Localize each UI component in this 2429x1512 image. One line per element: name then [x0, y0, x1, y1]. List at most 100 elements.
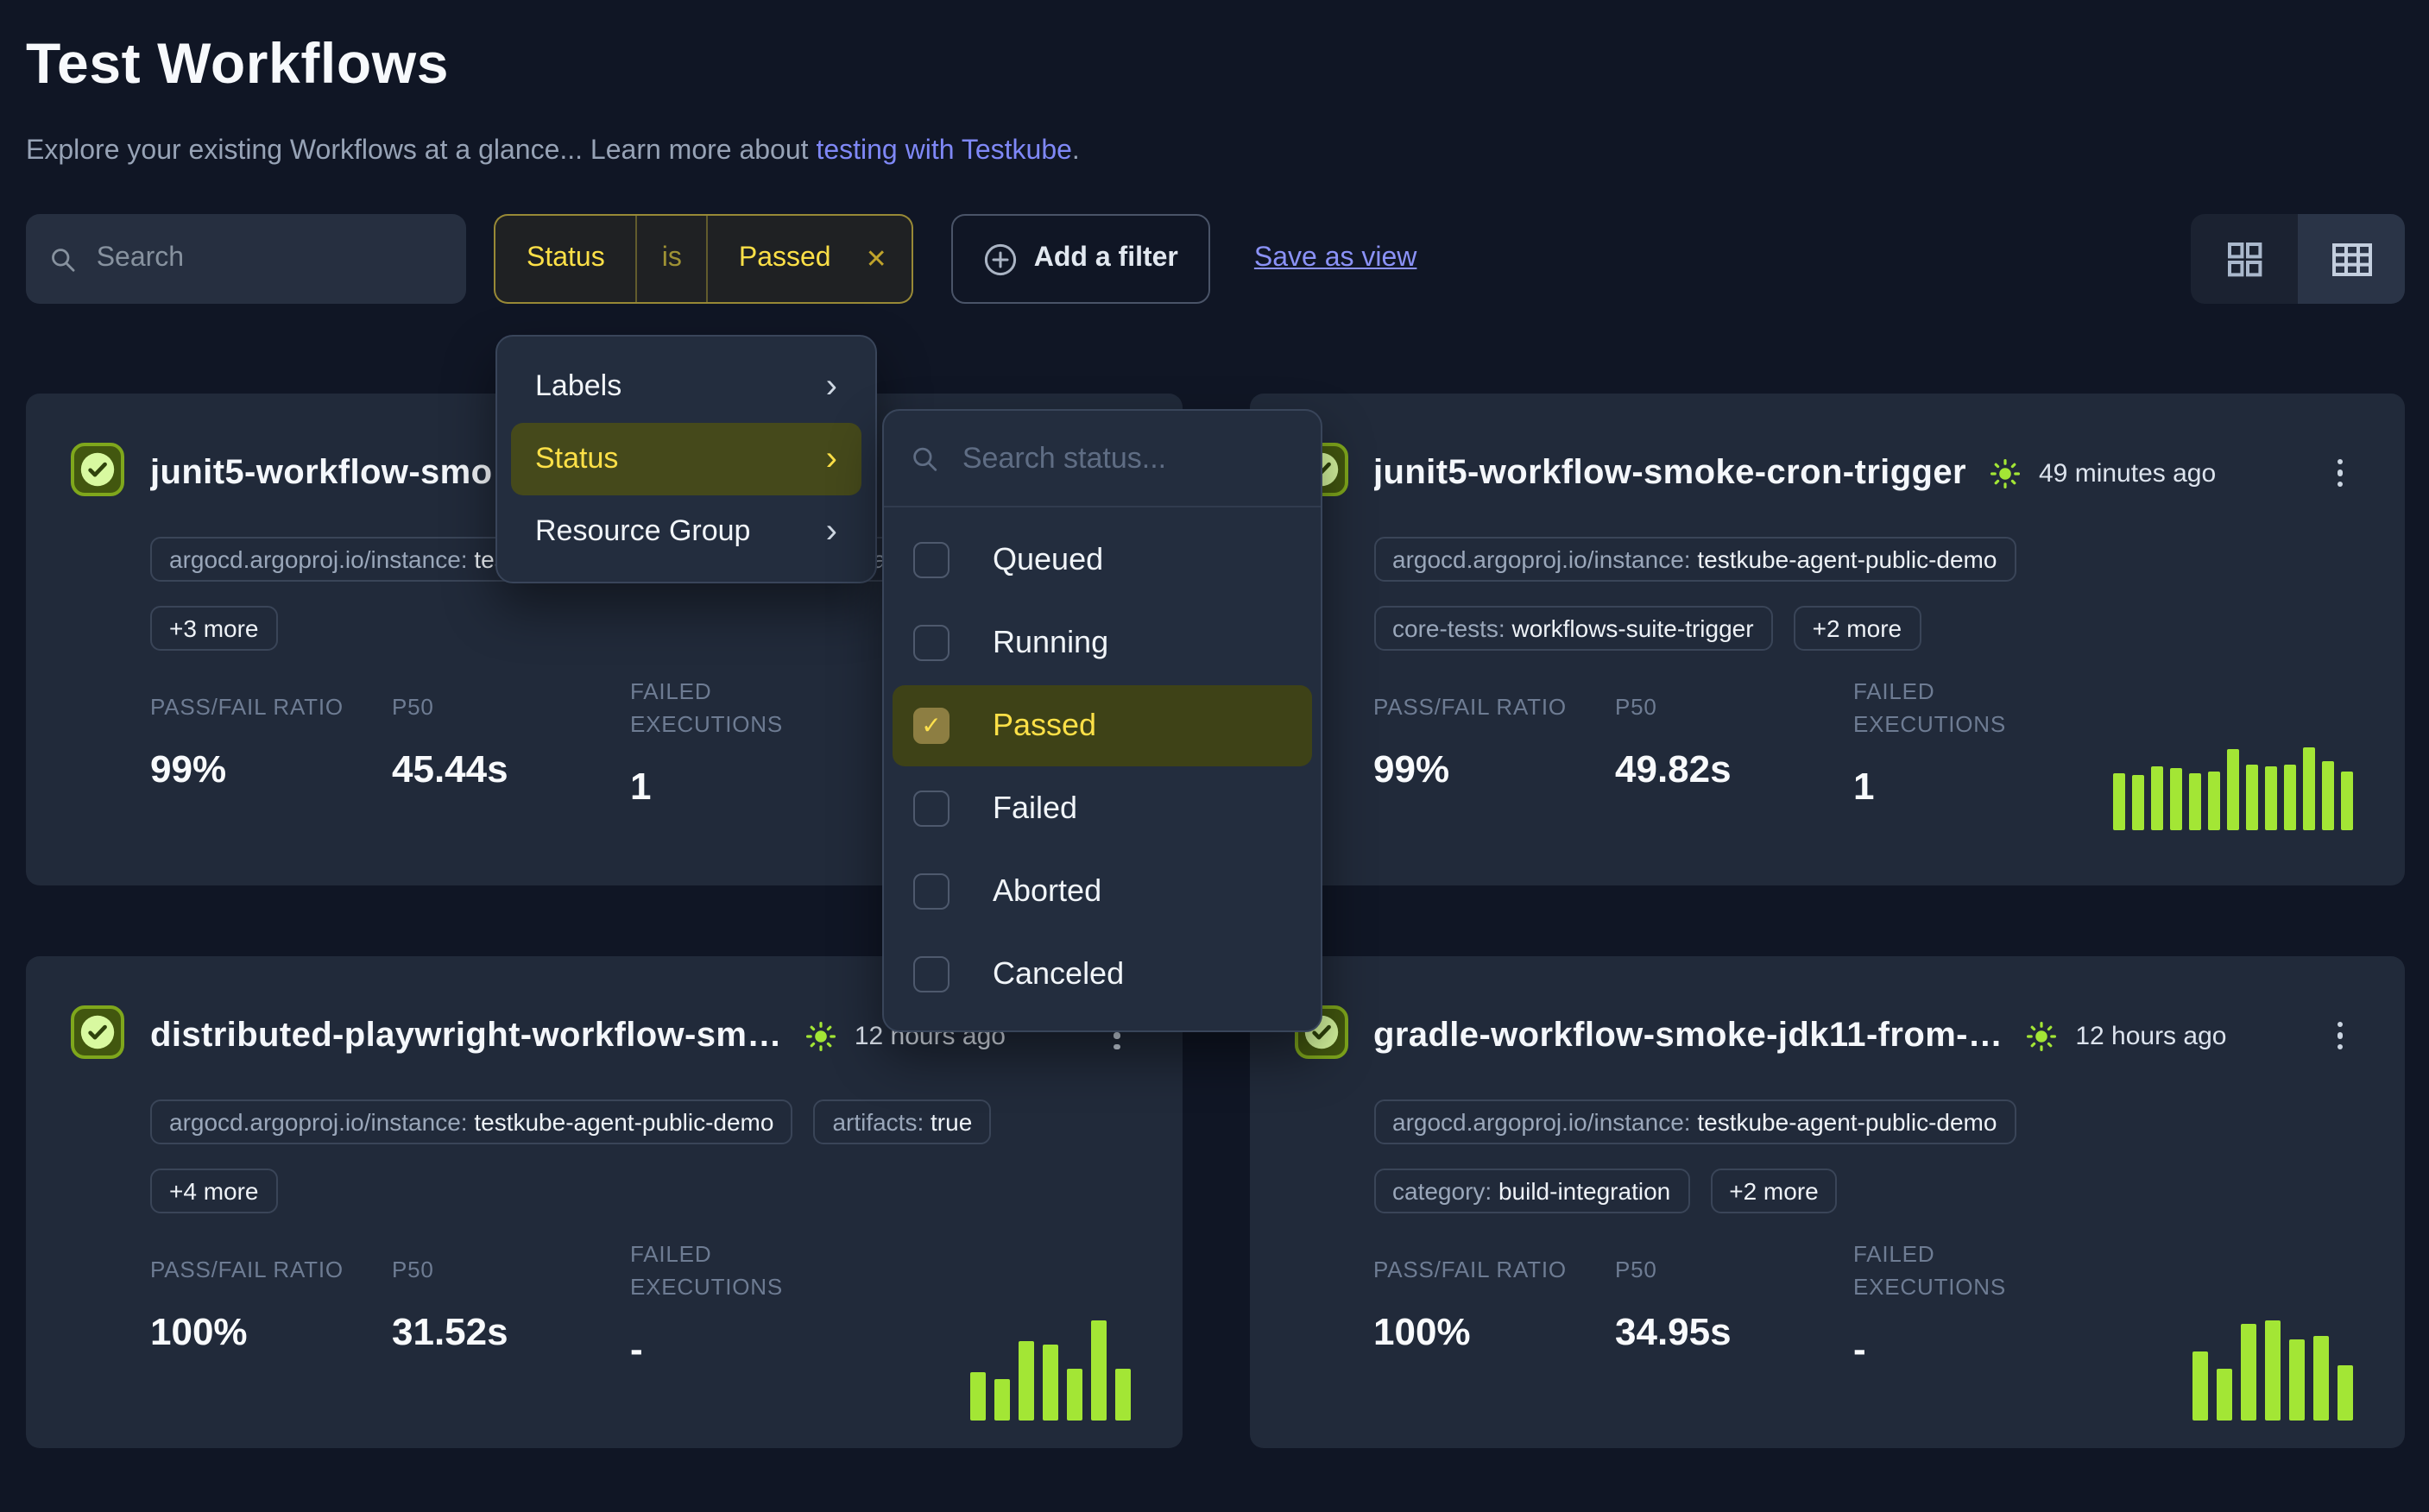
- stat-value-p50: 31.52s: [392, 1310, 630, 1355]
- status-option-label: Queued: [993, 542, 1103, 578]
- label-chip: category: build-integration: [1373, 1169, 1689, 1213]
- status-option-canceled[interactable]: ✓ Canceled: [893, 934, 1312, 1015]
- add-filter-button[interactable]: Add a filter: [951, 214, 1211, 304]
- status-option-running[interactable]: ✓Running: [893, 602, 1312, 684]
- status-option-label: Canceled: [993, 956, 1124, 992]
- execution-bar[interactable]: [2265, 1320, 2281, 1421]
- execution-bar[interactable]: [1114, 1369, 1130, 1421]
- executions-bar-chart[interactable]: [2113, 747, 2353, 830]
- chevron-right-icon: ›: [826, 514, 837, 549]
- stat-label-p50: P50: [392, 1255, 630, 1288]
- status-options: ✓ Queued ✓Running ✓Passed ✓Failed ✓ Aborte…: [884, 507, 1321, 1020]
- checkbox[interactable]: ✓: [913, 708, 950, 744]
- execution-bar[interactable]: [2192, 1351, 2208, 1421]
- execution-bar[interactable]: [2113, 773, 2125, 830]
- stat-value-p50: 45.44s: [392, 747, 630, 792]
- search-box[interactable]: [26, 214, 466, 304]
- execution-bar[interactable]: [969, 1372, 985, 1421]
- execution-bar[interactable]: [2289, 1339, 2305, 1421]
- execution-bar[interactable]: [2217, 1369, 2232, 1421]
- label-chip: artifacts: true: [813, 1099, 991, 1144]
- filter-operator[interactable]: is: [638, 216, 706, 302]
- more-labels-chip[interactable]: +3 more: [150, 606, 278, 651]
- execution-bar[interactable]: [2227, 749, 2239, 830]
- cron-schedule-icon: [2027, 1021, 2056, 1050]
- menu-item-labels[interactable]: Labels›: [511, 350, 861, 423]
- status-option-aborted[interactable]: ✓ Aborted: [893, 851, 1312, 932]
- kebab-menu-icon[interactable]: [2326, 1015, 2353, 1057]
- execution-bar[interactable]: [1090, 1320, 1106, 1421]
- workflow-name[interactable]: gradle-workflow-smoke-jdk11-from-…: [1373, 1016, 2003, 1055]
- stat-label-p50: P50: [1615, 692, 1853, 725]
- execution-bar[interactable]: [1018, 1341, 1033, 1421]
- subtitle-text: Explore your existing Workflows at a gla…: [26, 136, 816, 166]
- more-labels-chip[interactable]: +2 more: [1710, 1169, 1838, 1213]
- more-labels-chip[interactable]: +4 more: [150, 1169, 278, 1213]
- menu-item-status[interactable]: Status›: [511, 423, 861, 495]
- stat-value-failed: -: [630, 1326, 889, 1371]
- execution-bar[interactable]: [2303, 747, 2315, 830]
- stat-value-failed: 1: [1853, 764, 2112, 809]
- status-search-box[interactable]: [884, 411, 1321, 507]
- execution-bar[interactable]: [2246, 765, 2258, 830]
- page-subtitle: Explore your existing Workflows at a gla…: [26, 136, 2405, 167]
- search-icon: [50, 244, 76, 274]
- stat-label-failed: FAILED EXECUTIONS: [1853, 1239, 2012, 1304]
- chevron-right-icon: ›: [826, 369, 837, 404]
- execution-bar[interactable]: [2322, 761, 2334, 830]
- remove-filter-icon[interactable]: ✕: [862, 216, 912, 302]
- execution-bar[interactable]: [1066, 1369, 1082, 1421]
- status-option-label: Aborted: [993, 873, 1101, 910]
- execution-bar[interactable]: [2265, 766, 2277, 830]
- workflow-card[interactable]: junit5-workflow-smoke-cron-trigger 49 mi…: [1249, 394, 2405, 885]
- execution-bar[interactable]: [2338, 1365, 2353, 1421]
- menu-item-resource-group[interactable]: Resource Group›: [511, 495, 861, 568]
- kebab-menu-icon[interactable]: [2326, 452, 2353, 495]
- checkbox[interactable]: ✓: [913, 873, 950, 910]
- last-run-time: 12 hours ago: [2075, 1021, 2226, 1050]
- filter-field[interactable]: Status: [495, 216, 636, 302]
- execution-bar[interactable]: [994, 1379, 1009, 1421]
- passed-status-icon: [71, 1004, 124, 1068]
- checkbox[interactable]: ✓: [913, 956, 950, 992]
- card-stats: PASS/FAIL RATIO100% P5034.95s FAILED EXE…: [1373, 1255, 2353, 1445]
- executions-bar-chart[interactable]: [2192, 1320, 2353, 1421]
- execution-bar[interactable]: [2313, 1336, 2329, 1421]
- execution-bar[interactable]: [2170, 768, 2182, 830]
- label-chip: core-tests: workflows-suite-trigger: [1373, 606, 1773, 651]
- save-as-view-link[interactable]: Save as view: [1254, 214, 1417, 304]
- stat-value-ratio: 99%: [1373, 747, 1615, 792]
- docs-link[interactable]: testing with Testkube: [816, 136, 1071, 166]
- checkbox[interactable]: ✓: [913, 542, 950, 578]
- checkbox[interactable]: ✓: [913, 791, 950, 827]
- checkbox[interactable]: ✓: [913, 625, 950, 661]
- execution-bar[interactable]: [2341, 772, 2353, 830]
- execution-bar[interactable]: [2189, 773, 2201, 830]
- execution-bar[interactable]: [2132, 775, 2144, 830]
- grid-view-icon: [2226, 241, 2262, 277]
- stat-label-ratio: PASS/FAIL RATIO: [150, 1255, 392, 1288]
- stat-label-failed: FAILED EXECUTIONS: [1853, 677, 2012, 741]
- execution-bar[interactable]: [2284, 765, 2296, 830]
- workflow-name[interactable]: distributed-playwright-workflow-sm…: [150, 1016, 782, 1055]
- execution-bar[interactable]: [2151, 766, 2163, 830]
- execution-bar[interactable]: [2208, 772, 2220, 830]
- more-labels-chip[interactable]: +2 more: [1794, 606, 1921, 651]
- status-option-failed[interactable]: ✓Failed: [893, 768, 1312, 849]
- plus-circle-icon: [984, 243, 1017, 275]
- execution-bar[interactable]: [1042, 1345, 1057, 1421]
- search-input[interactable]: [93, 242, 442, 276]
- status-search-input[interactable]: [959, 439, 1293, 477]
- table-view-button[interactable]: [2298, 214, 2405, 304]
- chevron-right-icon: ›: [826, 442, 837, 476]
- status-option-passed[interactable]: ✓Passed: [893, 685, 1312, 766]
- workflow-card[interactable]: gradle-workflow-smoke-jdk11-from-… 12 ho…: [1249, 956, 2405, 1448]
- executions-bar-chart[interactable]: [969, 1320, 1130, 1421]
- grid-view-button[interactable]: [2191, 214, 2298, 304]
- stat-value-ratio: 99%: [150, 747, 392, 792]
- execution-bar[interactable]: [2241, 1324, 2256, 1421]
- workflow-name[interactable]: junit5-workflow-smoke-cron-trigger: [1373, 453, 1966, 493]
- status-option-queued[interactable]: ✓ Queued: [893, 520, 1312, 601]
- workflow-name[interactable]: junit5-workflow-smo: [150, 453, 493, 493]
- filter-value[interactable]: Passed: [708, 216, 862, 302]
